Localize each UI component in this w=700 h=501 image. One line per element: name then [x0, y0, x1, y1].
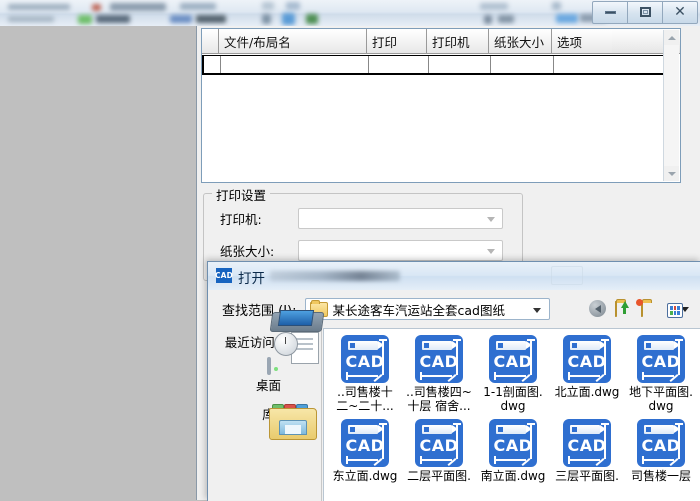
- printer-field-row: 打印机:: [204, 208, 503, 229]
- close-icon: ✕: [674, 4, 686, 20]
- view-mode-icon: [667, 302, 683, 318]
- sidebar-item-libraries[interactable]: 库: [216, 404, 321, 440]
- chevron-down-icon: [532, 308, 541, 313]
- dialog-title: 打开: [238, 271, 265, 287]
- printer-select[interactable]: [298, 208, 503, 229]
- file-name-label: 地下平面图. dwg: [629, 385, 693, 413]
- cad-file-icon: CAD: [341, 335, 389, 383]
- new-folder-icon: [636, 299, 643, 317]
- list-item[interactable]: CAD 东立面.dwg: [328, 419, 402, 483]
- dialog-window-control-placeholder[interactable]: [551, 266, 583, 285]
- scroll-down-button[interactable]: [664, 166, 679, 181]
- minimize-icon: [604, 10, 616, 14]
- look-in-select[interactable]: 某长途客车汽运站全套cad图纸: [304, 298, 550, 320]
- chevron-down-icon: [487, 249, 495, 254]
- row-cell-filename: [221, 56, 369, 73]
- row-cell-options: [554, 56, 672, 73]
- up-folder-button[interactable]: [615, 300, 634, 318]
- print-settings-title: 打印设置: [212, 185, 271, 204]
- sidebar-item-recent-places[interactable]: 最近访问的位置: [216, 310, 324, 364]
- dialog-nav-toolbar: [589, 296, 691, 322]
- window-controls: ✕: [592, 0, 698, 24]
- file-name-label: 1-1剖面图. dwg: [483, 385, 543, 413]
- file-name-label: 南立面.dwg: [480, 469, 546, 483]
- list-item[interactable]: CAD 1-1剖面图. dwg: [476, 335, 550, 413]
- cad-file-icon: CAD: [415, 335, 463, 383]
- list-item[interactable]: CAD ..司售楼十 二~二十...: [328, 335, 402, 413]
- cad-file-icon: CAD: [563, 335, 611, 383]
- paper-size-value: [299, 241, 304, 255]
- table-vertical-scrollbar[interactable]: [663, 30, 679, 181]
- list-item[interactable]: CAD 北立面.dwg: [550, 335, 624, 413]
- cad-file-icon: CAD: [489, 335, 537, 383]
- background-toolbar-strip: ✕: [0, 0, 700, 26]
- paper-size-select[interactable]: [298, 240, 503, 261]
- table-header-paper-size[interactable]: 纸张大小: [489, 29, 552, 53]
- file-name-label: 司售楼一层: [630, 469, 691, 483]
- maximize-button[interactable]: [628, 0, 663, 24]
- cad-file-icon: CAD: [637, 419, 685, 467]
- file-layout-table[interactable]: 文件/布局名 打印 打印机 纸张大小 选项: [201, 28, 681, 183]
- printer-label: 打印机:: [220, 212, 262, 227]
- new-folder-button[interactable]: [636, 299, 660, 318]
- dialog-body: 查找范围 (I): 某长途客车汽运站全套cad图纸 最近访问的位置 桌面 CAD…: [208, 290, 700, 501]
- list-item[interactable]: CAD 司售楼一层: [624, 419, 698, 483]
- cad-app-icon: CAD: [215, 268, 233, 283]
- maximize-icon: [639, 7, 651, 17]
- table-header-checkbox-col: [202, 29, 219, 53]
- file-name-label: 三层平面图.: [555, 469, 619, 483]
- table-header-row: 文件/布局名 打印 打印机 纸张大小 选项: [202, 29, 680, 54]
- sidebar-item-label: 桌面: [255, 378, 281, 393]
- blurred-title-suffix: [270, 271, 400, 281]
- paper-size-field-row: 纸张大小:: [204, 240, 503, 261]
- table-header-options[interactable]: 选项: [552, 29, 612, 53]
- file-name-label: ..司售楼十 二~二十...: [336, 385, 394, 413]
- table-row[interactable]: [202, 55, 674, 75]
- list-item[interactable]: CAD 南立面.dwg: [476, 419, 550, 483]
- view-mode-button[interactable]: [667, 300, 691, 318]
- printer-value: [299, 209, 304, 223]
- dialog-title-bar[interactable]: CAD 打开: [208, 262, 700, 290]
- row-cell-print: [369, 56, 429, 73]
- chevron-down-icon: [487, 217, 495, 222]
- paper-size-label: 纸张大小:: [220, 244, 275, 259]
- row-cell-checkbox[interactable]: [204, 56, 221, 73]
- table-header-printer[interactable]: 打印机: [427, 29, 489, 53]
- look-in-value: 某长途客车汽运站全套cad图纸: [332, 302, 505, 318]
- list-item[interactable]: CAD 三层平面图.: [550, 419, 624, 483]
- scroll-up-button[interactable]: [664, 30, 679, 45]
- table-header-filename[interactable]: 文件/布局名: [219, 29, 367, 53]
- dialog-places-sidebar: 最近访问的位置 桌面 库: [216, 310, 324, 501]
- cad-file-icon: CAD: [563, 419, 611, 467]
- file-name-label: 东立面.dwg: [332, 469, 398, 483]
- file-name-label: 二层平面图.: [407, 469, 471, 483]
- sidebar-item-desktop[interactable]: 桌面: [216, 357, 321, 394]
- file-grid: CAD ..司售楼十 二~二十... CAD ..司售楼四~ 十层 宿舍... CAD 1…: [324, 329, 700, 489]
- list-item[interactable]: CAD ..司售楼四~ 十层 宿舍...: [402, 335, 476, 413]
- list-item[interactable]: CAD 二层平面图.: [402, 419, 476, 483]
- file-name-label: 北立面.dwg: [554, 385, 620, 399]
- minimize-button[interactable]: [592, 0, 628, 24]
- chevron-up-icon: [667, 35, 676, 40]
- cad-file-icon: CAD: [637, 335, 685, 383]
- desktop-icon: [266, 357, 278, 375]
- chevron-down-icon: [667, 171, 676, 176]
- table-header-print[interactable]: 打印: [367, 29, 427, 53]
- up-folder-icon: [615, 301, 629, 317]
- close-button[interactable]: ✕: [663, 0, 698, 24]
- back-button[interactable]: [589, 300, 608, 318]
- cad-file-icon: CAD: [489, 419, 537, 467]
- row-cell-printer: [429, 56, 491, 73]
- row-cell-paper-size: [491, 56, 554, 73]
- open-file-dialog: CAD 打开 查找范围 (I): 某长途客车汽运站全套cad图纸 最近访问的位置…: [207, 261, 700, 501]
- cad-file-icon: CAD: [415, 419, 463, 467]
- file-list-area[interactable]: CAD ..司售楼十 二~二十... CAD ..司售楼四~ 十层 宿舍... CAD 1…: [323, 328, 700, 501]
- back-icon: [589, 300, 606, 317]
- list-item[interactable]: CAD 地下平面图. dwg: [624, 335, 698, 413]
- file-name-label: ..司售楼四~ 十层 宿舍...: [406, 385, 472, 413]
- cad-file-icon: CAD: [341, 419, 389, 467]
